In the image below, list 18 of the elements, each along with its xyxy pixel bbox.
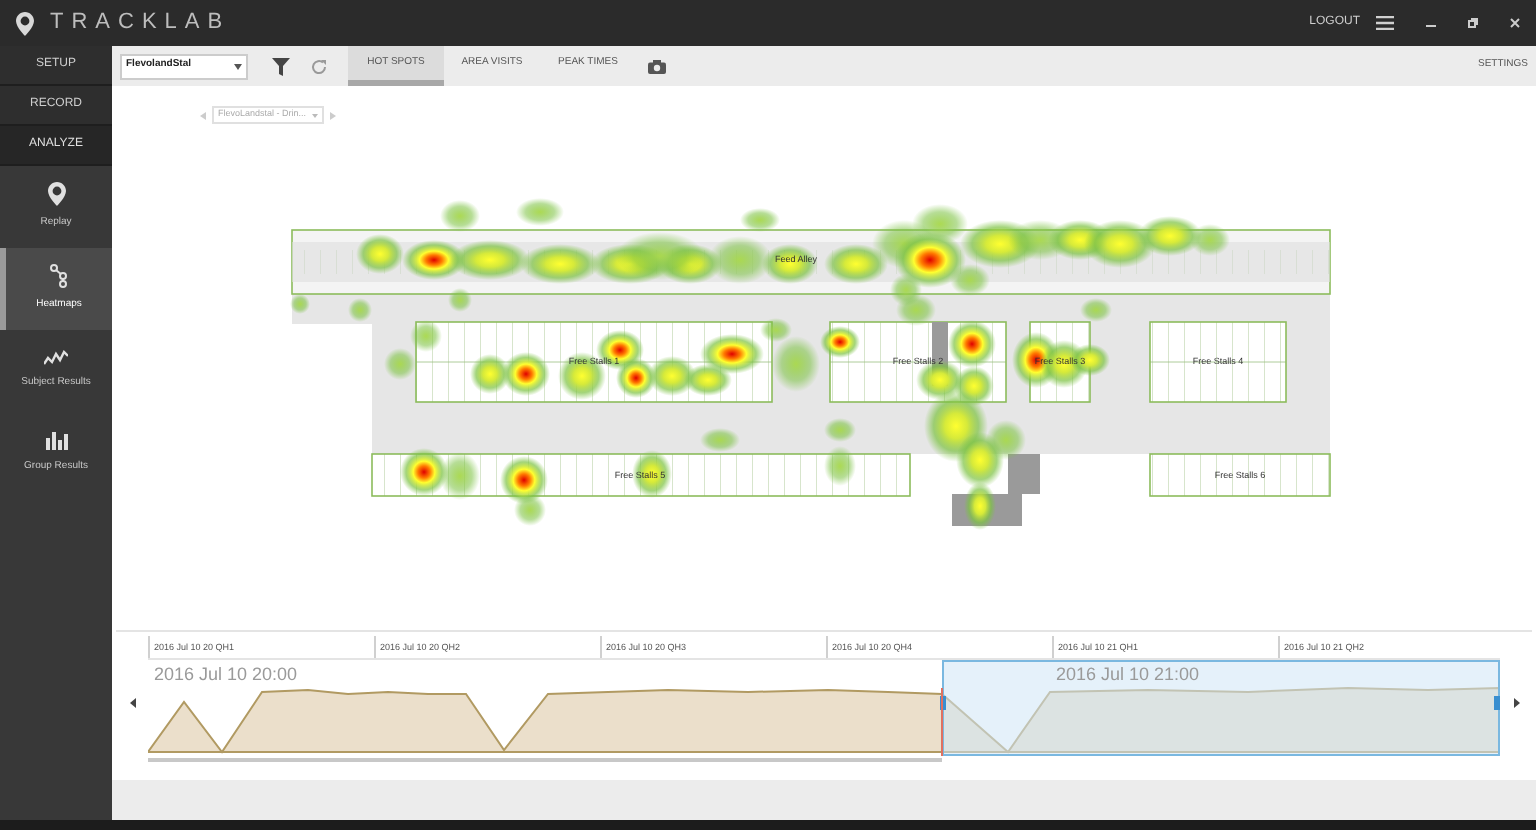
- app-title: TRACKLAB: [50, 8, 231, 39]
- filter-icon[interactable]: [272, 57, 290, 75]
- location-pin-icon: [16, 11, 34, 35]
- scroll-right-icon[interactable]: [1513, 698, 1519, 708]
- caret-icon: [234, 63, 242, 69]
- restore-icon[interactable]: [1468, 18, 1478, 28]
- location-pin-icon: [47, 182, 65, 207]
- scroll-left-icon[interactable]: [129, 698, 135, 708]
- connected-nodes-icon: [50, 264, 68, 289]
- caret-icon: [312, 113, 319, 117]
- menu-icon[interactable]: [1376, 16, 1394, 30]
- scrollbar[interactable]: [148, 758, 942, 762]
- trend-line-icon: [44, 350, 68, 367]
- close-icon[interactable]: [1510, 18, 1520, 28]
- bar-chart-icon: [45, 430, 67, 451]
- camera-icon[interactable]: [648, 59, 666, 73]
- period-label: 2016 Jul 10 20:00: [154, 664, 298, 684]
- period-label: 2016 Jul 10 21:00: [1056, 664, 1200, 684]
